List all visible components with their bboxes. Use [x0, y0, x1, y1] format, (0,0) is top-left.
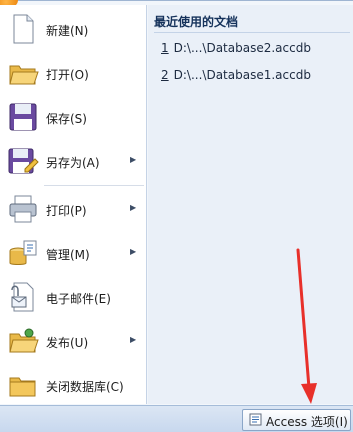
recent-documents-title: 最近使用的文档 [154, 15, 239, 29]
submenu-arrow-icon: ▶ [130, 155, 137, 164]
menu-item-publish[interactable]: 发布(U) ▶ [0, 319, 146, 363]
menu-item-label: 发布(U) [46, 336, 89, 350]
recent-document-path: D:\...\Database1.accdb [173, 68, 311, 82]
menu-item-label: 管理(M) [46, 248, 90, 262]
recent-document-number: 1 [161, 41, 169, 55]
menu-item-email[interactable]: 电子邮件(E) [0, 275, 146, 319]
submenu-arrow-icon: ▶ [130, 335, 137, 344]
menu-item-print[interactable]: 打印(P) ▶ [0, 187, 146, 231]
menu-separator [44, 185, 144, 186]
menu-item-open[interactable]: 打开(O) [0, 51, 146, 95]
recent-document-path: D:\...\Database2.accdb [173, 41, 311, 55]
menu-item-save-as[interactable]: 另存为(A) ▶ [0, 139, 146, 183]
recent-document-number: 2 [161, 68, 169, 82]
menu-item-label: 电子邮件(E) [46, 292, 111, 306]
menu-item-label: 打开(O) [46, 68, 89, 82]
publish-folder-icon [7, 325, 39, 357]
printer-icon [7, 193, 39, 225]
office-menu-footer: Access 选项(I) [0, 405, 353, 432]
submenu-arrow-icon: ▶ [130, 203, 137, 212]
menu-item-label: 另存为(A) [46, 156, 100, 170]
save-disk-icon [7, 101, 39, 133]
manage-database-icon [7, 237, 39, 269]
recent-document-item[interactable]: 2 D:\...\Database1.accdb [161, 68, 311, 82]
submenu-arrow-icon: ▶ [130, 247, 137, 256]
menu-item-manage[interactable]: 管理(M) ▶ [0, 231, 146, 275]
access-options-button[interactable]: Access 选项(I) [242, 409, 351, 431]
menu-item-new[interactable]: 新建(N) [0, 7, 146, 51]
menu-item-close-database[interactable]: 关闭数据库(C) [0, 363, 146, 407]
recent-document-item[interactable]: 1 D:\...\Database2.accdb [161, 41, 311, 55]
office-menu-commands: 新建(N) 打开(O) 保存(S) 另存为(A) ▶ 打印(P) ▶ 管理(M)… [0, 5, 147, 404]
close-database-icon [7, 369, 39, 401]
access-options-label: Access 选项(I) [266, 415, 348, 429]
menu-item-label: 关闭数据库(C) [46, 380, 124, 394]
new-document-icon [7, 13, 39, 45]
open-folder-icon [7, 57, 39, 89]
save-as-icon [7, 145, 39, 177]
office-menu-panel: 新建(N) 打开(O) 保存(S) 另存为(A) ▶ 打印(P) ▶ 管理(M)… [0, 0, 353, 406]
menu-item-label: 保存(S) [46, 112, 87, 126]
recent-documents-divider [154, 32, 350, 33]
email-icon [7, 281, 39, 313]
menu-item-label: 打印(P) [46, 204, 87, 218]
recent-documents-panel: 最近使用的文档 1 D:\...\Database2.accdb 2 D:\...\… [148, 5, 353, 404]
menu-item-label: 新建(N) [46, 24, 89, 38]
menu-item-save[interactable]: 保存(S) [0, 95, 146, 139]
options-settings-icon [249, 413, 262, 426]
